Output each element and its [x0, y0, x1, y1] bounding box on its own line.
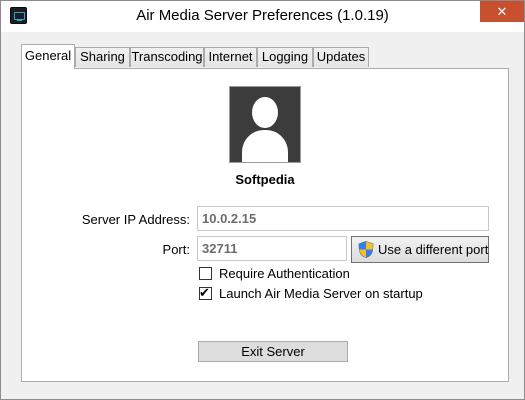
close-button[interactable]: ✕ [480, 1, 524, 22]
port-label: Port: [162, 242, 190, 257]
general-panel: Softpedia Server IP Address: 10.0.2.15 P… [21, 68, 509, 382]
use-different-port-button[interactable]: Use a different port [351, 236, 489, 263]
title-bar[interactable]: Air Media Server Preferences (1.0.19) ✕ [1, 1, 524, 32]
close-icon: ✕ [496, 4, 508, 19]
tab-internet[interactable]: Internet [204, 47, 257, 67]
tab-sharing[interactable]: Sharing [75, 47, 130, 67]
window-title: Air Media Server Preferences (1.0.19) [136, 7, 389, 24]
require-auth-checkbox[interactable] [199, 267, 212, 280]
launch-startup-label: Launch Air Media Server on startup [219, 286, 423, 301]
server-ip-field[interactable]: 10.0.2.15 [197, 206, 489, 231]
use-different-port-label: Use a different port [378, 242, 489, 257]
port-field[interactable]: 32711 [197, 236, 347, 261]
tab-general[interactable]: General [21, 44, 75, 69]
require-auth-label: Require Authentication [219, 266, 350, 281]
preferences-window: Air Media Server Preferences (1.0.19) ✕ … [0, 0, 525, 400]
user-silhouette-icon [229, 86, 301, 163]
tab-updates[interactable]: Updates [313, 47, 369, 67]
tab-logging[interactable]: Logging [257, 47, 313, 67]
server-ip-label: Server IP Address: [81, 212, 190, 227]
tab-transcoding[interactable]: Transcoding [130, 47, 204, 67]
client-area: General Sharing Transcoding Internet Log… [10, 32, 516, 391]
user-name: Softpedia [235, 172, 295, 187]
exit-server-button[interactable]: Exit Server [198, 341, 348, 362]
checkmark-icon: ✔ [199, 285, 210, 300]
uac-shield-icon [358, 241, 374, 258]
launch-startup-checkbox[interactable]: ✔ [199, 285, 212, 300]
